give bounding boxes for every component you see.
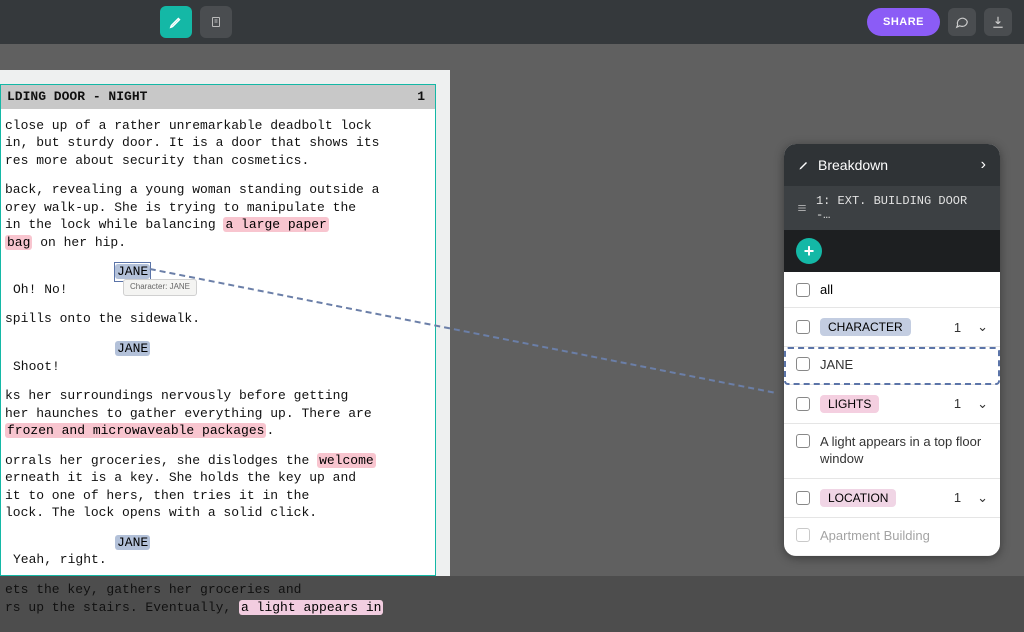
checkbox[interactable] [796,528,810,542]
action-paragraph: close up of a rather unremarkable deadbo… [5,117,429,170]
category-row-location[interactable]: LOCATION 1 ⌄ [784,479,1000,518]
chevron-down-icon[interactable]: ⌄ [977,490,988,506]
topbar: SHARE [0,0,1024,44]
list-icon [796,203,808,213]
tag-prop[interactable]: welcome [317,453,376,468]
checkbox[interactable] [796,397,810,411]
tag-item-label: JANE [820,357,853,374]
dialogue: Oh! No! [5,281,429,299]
checkbox[interactable] [796,320,810,334]
checkbox[interactable] [796,283,810,297]
tag-character[interactable]: JANE [115,535,150,550]
tag-prop[interactable]: frozen and microwaveable packages [5,423,266,438]
chevron-down-icon[interactable]: ⌄ [977,319,988,335]
action-paragraph: orrals her groceries, she dislodges the … [5,452,429,522]
panel-add-row: + [784,230,1000,272]
document-mode-button[interactable] [200,6,232,38]
chevron-right-icon: › [981,156,986,174]
category-row-lights[interactable]: LIGHTS 1 ⌄ [784,385,1000,424]
download-button[interactable] [984,8,1012,36]
category-row-character[interactable]: CHARACTER 1 ⌄ [784,308,1000,347]
scene-number: 1 [417,88,429,106]
share-button[interactable]: SHARE [867,8,940,36]
category-pill: CHARACTER [820,318,911,336]
category-count: 1 [954,320,961,335]
panel-header[interactable]: Breakdown › [784,144,1000,186]
tag-item-light[interactable]: A light appears in a top floor window [784,424,1000,479]
category-count: 1 [954,396,961,411]
magic-wand-icon [798,159,810,171]
panel-scene-row[interactable]: 1: EXT. BUILDING DOOR -… [784,186,1000,230]
comment-button[interactable] [948,8,976,36]
page-wrapper: LDING DOOR - NIGHT 1 close up of a rathe… [0,70,450,576]
tag-character[interactable]: JANE [115,341,150,356]
category-label: all [820,282,833,297]
action-paragraph: spills onto the sidewalk. [5,310,429,328]
character-cue[interactable]: JANE [5,340,429,358]
tag-character[interactable]: JANE [115,264,150,279]
edit-mode-button[interactable] [160,6,192,38]
panel-scene-label: 1: EXT. BUILDING DOOR -… [816,194,988,222]
tag-prop[interactable]: bag [5,235,32,250]
action-paragraph: ks her surroundings nervously before get… [5,387,429,440]
action-paragraph: ets the key, gathers her groceries and r… [5,581,429,616]
tag-light[interactable]: a light appears in [239,600,383,615]
category-count: 1 [954,490,961,505]
add-tag-button[interactable]: + [796,238,822,264]
category-row-all[interactable]: all [784,272,1000,308]
checkbox[interactable] [796,357,810,371]
tag-item-label: A light appears in a top floor window [820,434,988,468]
tag-prop[interactable]: a large paper [223,217,328,232]
checkbox[interactable] [796,491,810,505]
scene-heading[interactable]: LDING DOOR - NIGHT 1 [1,85,435,109]
tag-tooltip: Character: JANE [123,279,197,296]
scene-heading-text: LDING DOOR - NIGHT [7,88,147,106]
category-pill: LOCATION [820,489,896,507]
script-page[interactable]: LDING DOOR - NIGHT 1 close up of a rathe… [0,84,436,576]
stage: LDING DOOR - NIGHT 1 close up of a rathe… [0,44,1024,576]
breakdown-panel: Breakdown › 1: EXT. BUILDING DOOR -… + a… [784,144,1000,556]
panel-title: Breakdown [818,157,888,173]
category-pill: LIGHTS [820,395,879,413]
character-cue[interactable]: JANE Character: JANE [5,263,429,281]
character-cue[interactable]: JANE [5,534,429,552]
topbar-right: SHARE [867,8,1012,36]
checkbox[interactable] [796,434,810,448]
chevron-down-icon[interactable]: ⌄ [977,396,988,412]
topbar-left [160,6,232,38]
dialogue: Yeah, right. [5,551,429,569]
dialogue: Shoot! [5,358,429,376]
action-paragraph: back, revealing a young woman standing o… [5,181,429,251]
tag-item-jane[interactable]: JANE [784,347,1000,385]
tag-item-location[interactable]: Apartment Building [784,518,1000,556]
tag-item-label: Apartment Building [820,528,930,545]
